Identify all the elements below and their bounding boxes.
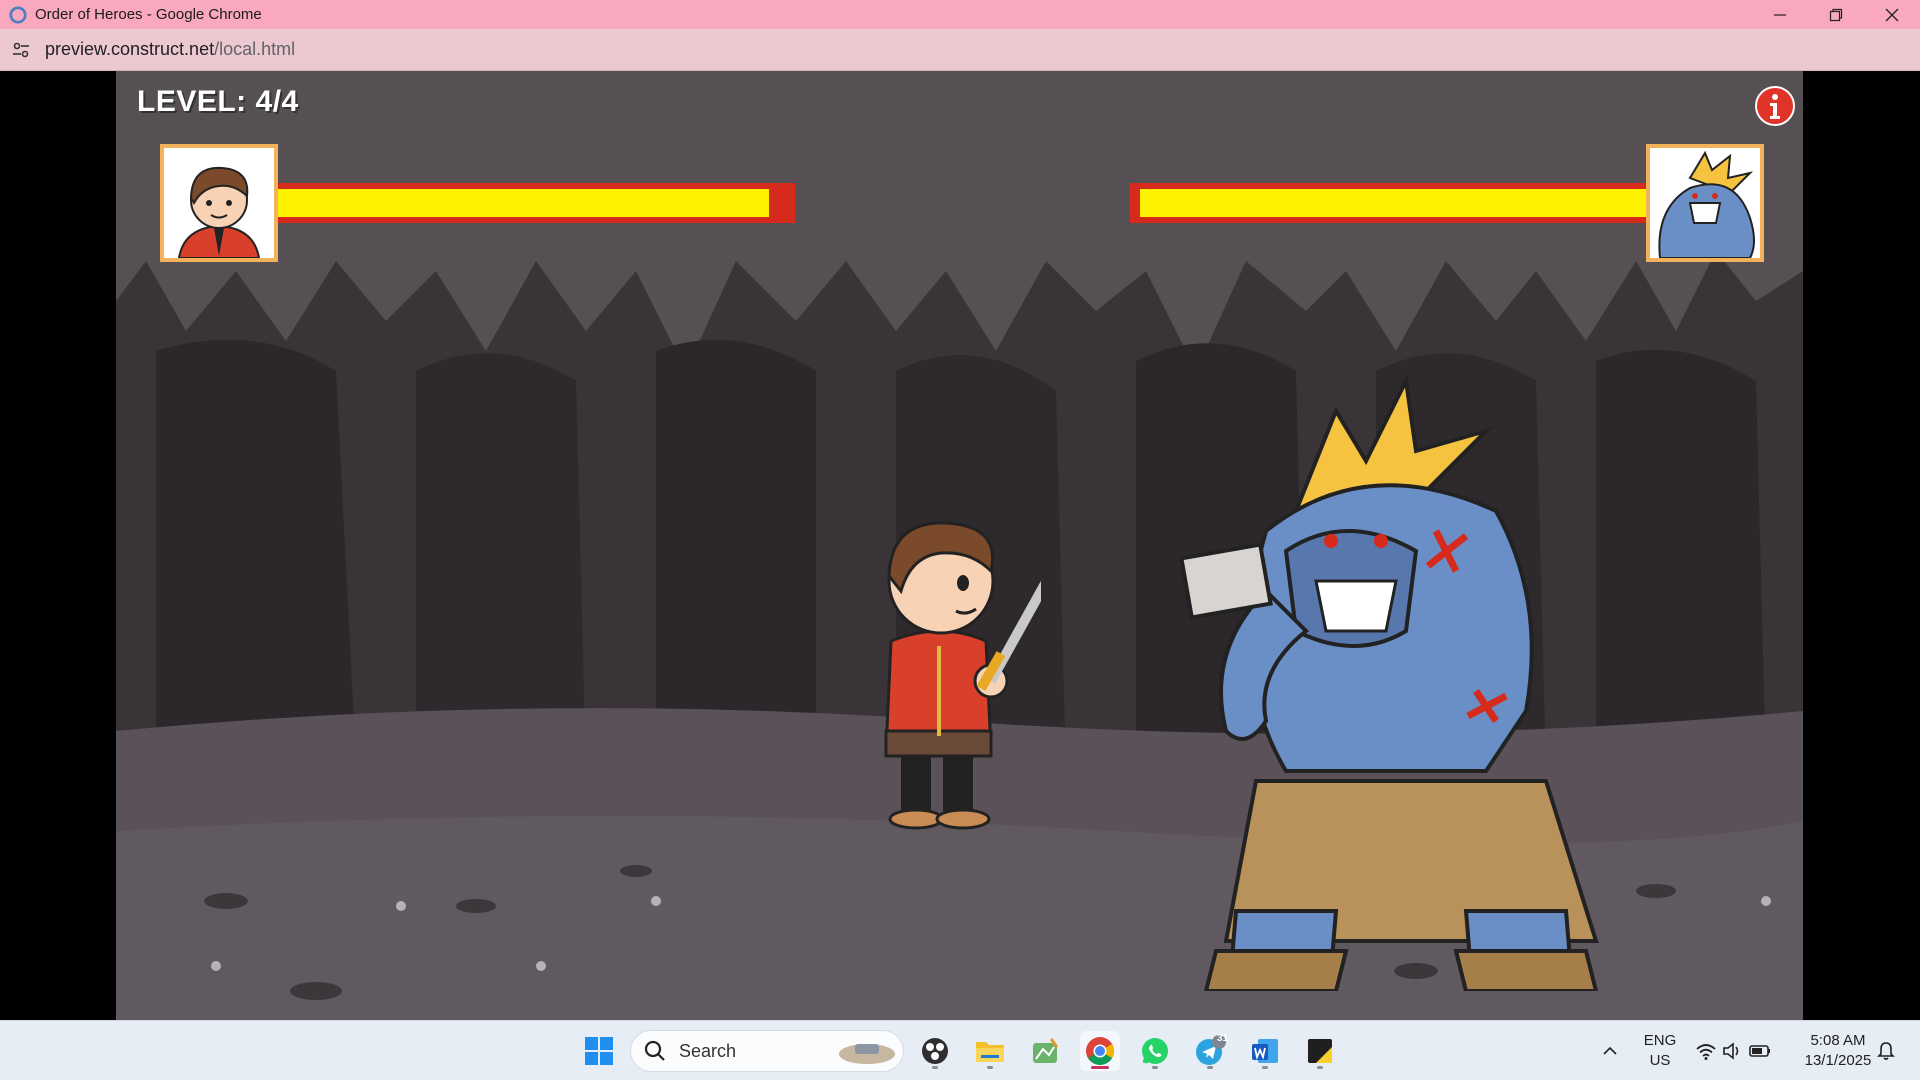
bell-icon xyxy=(1877,1042,1895,1060)
level-indicator: LEVEL: 4/4 xyxy=(137,85,299,118)
chrome-icon xyxy=(1086,1037,1114,1065)
language-code: ENG xyxy=(1643,1032,1677,1049)
start-button[interactable] xyxy=(579,1031,619,1071)
window-title: Order of Heroes - Google Chrome xyxy=(35,6,262,23)
folder-icon xyxy=(976,1042,1004,1062)
volume-icon xyxy=(1723,1042,1739,1060)
close-icon xyxy=(1885,8,1899,21)
taskbar-whatsapp[interactable] xyxy=(1135,1031,1175,1071)
obs-icon xyxy=(922,1038,948,1064)
close-button[interactable] xyxy=(1864,0,1920,29)
construct-app-icon xyxy=(9,5,27,24)
site-info-button[interactable] xyxy=(7,36,35,64)
hero-health-bar xyxy=(278,183,795,223)
game-canvas[interactable]: LEVEL: 4/4 xyxy=(116,71,1803,1020)
enemy-portrait xyxy=(1646,144,1764,262)
quick-settings-button[interactable] xyxy=(1694,1031,1774,1071)
enemy-sprite xyxy=(1179,374,1599,991)
taskbar-paint[interactable] xyxy=(1025,1031,1065,1071)
paint-icon xyxy=(1033,1038,1059,1063)
windows-taskbar: Search 31 ENG US 5:08 AM 13/1/2025 xyxy=(0,1020,1920,1080)
sticky-notes-icon xyxy=(1308,1039,1332,1063)
enemy-portrait-icon xyxy=(1650,148,1760,259)
url-host: preview.construct.net xyxy=(45,39,215,59)
taskbar-chrome[interactable] xyxy=(1080,1031,1120,1071)
windows-start-icon xyxy=(585,1037,613,1065)
enemy-health-bar xyxy=(1130,183,1646,223)
restore-button[interactable] xyxy=(1808,0,1864,29)
info-button[interactable] xyxy=(1754,85,1796,127)
page-viewport: LEVEL: 4/4 xyxy=(0,71,1920,1020)
url-field[interactable]: preview.construct.net/local.html xyxy=(45,39,295,60)
running-indicator xyxy=(1152,1066,1158,1069)
running-indicator xyxy=(932,1066,938,1069)
chevron-up-icon xyxy=(1603,1046,1617,1055)
hero-sprite xyxy=(884,521,1041,830)
telegram-badge: 31 xyxy=(1217,1033,1229,1044)
window-controls xyxy=(1752,0,1920,29)
hero-portrait-icon xyxy=(164,148,274,259)
search-label: Search xyxy=(679,1040,737,1061)
running-indicator xyxy=(987,1066,993,1069)
running-indicator xyxy=(1207,1066,1213,1069)
url-path: /local.html xyxy=(214,39,296,59)
notifications-button[interactable] xyxy=(1866,1031,1906,1071)
enemy-health-fill xyxy=(1140,189,1646,217)
address-bar: preview.construct.net/local.html xyxy=(0,29,1920,71)
language-indicator[interactable]: ENG US xyxy=(1640,1031,1680,1071)
region-code: US xyxy=(1649,1052,1671,1069)
battery-icon xyxy=(1749,1045,1770,1057)
minimize-button[interactable] xyxy=(1752,0,1808,29)
word-icon xyxy=(1252,1039,1278,1063)
show-hidden-icons-button[interactable] xyxy=(1590,1031,1630,1071)
taskbar-sticky-notes[interactable] xyxy=(1300,1031,1340,1071)
search-icon xyxy=(644,1040,665,1061)
running-indicator xyxy=(1262,1066,1268,1069)
whatsapp-icon xyxy=(1142,1038,1168,1064)
wifi-icon xyxy=(1696,1044,1716,1060)
restore-icon xyxy=(1829,8,1843,21)
running-indicator xyxy=(1317,1066,1323,1069)
browser-titlebar: Order of Heroes - Google Chrome xyxy=(0,0,1920,29)
system-tray-icons xyxy=(1696,1042,1770,1060)
taskbar-file-explorer[interactable] xyxy=(970,1031,1010,1071)
taskbar-search[interactable]: Search xyxy=(630,1030,904,1072)
minimize-icon xyxy=(1774,13,1786,16)
hero-portrait xyxy=(160,144,278,262)
search-highlight-icon xyxy=(839,1044,895,1064)
tune-icon xyxy=(13,42,29,57)
taskbar-telegram[interactable]: 31 xyxy=(1190,1031,1230,1071)
taskbar-obs[interactable] xyxy=(915,1031,955,1071)
hero-health-fill xyxy=(278,189,770,217)
taskbar-word[interactable] xyxy=(1245,1031,1285,1071)
active-indicator xyxy=(1091,1066,1109,1069)
